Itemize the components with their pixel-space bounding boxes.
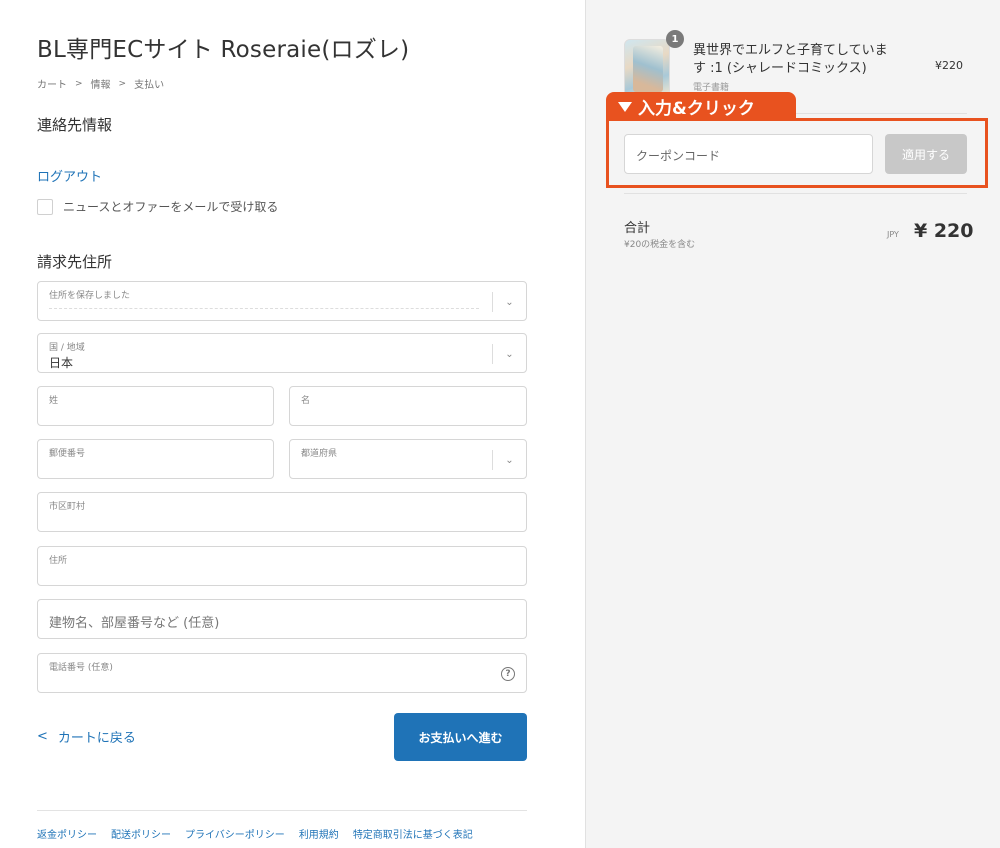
footer-link-refund[interactable]: 返金ポリシー bbox=[37, 826, 97, 841]
proceed-to-payment-button[interactable]: お支払いへ進む bbox=[394, 713, 527, 761]
footer-link-privacy[interactable]: プライバシーポリシー bbox=[185, 826, 285, 841]
chevron-down-icon: ⌄ bbox=[492, 344, 526, 364]
quantity-badge: 1 bbox=[666, 30, 684, 48]
phone-field[interactable]: 電話番号 (任意) ? bbox=[37, 653, 527, 693]
saved-address-value bbox=[49, 308, 479, 311]
chevron-right-icon: > bbox=[118, 78, 127, 89]
footer-links: 返金ポリシー 配送ポリシー プライバシーポリシー 利用規約 特定商取引法に基づく… bbox=[37, 826, 473, 841]
product-name: 異世界でエルフと子育てしていま す :1 (シャレードコミックス) bbox=[693, 43, 888, 76]
chevron-down-icon: ⌄ bbox=[492, 450, 526, 470]
breadcrumb-cart[interactable]: カート bbox=[37, 76, 67, 91]
coupon-callout: 入力&クリック bbox=[606, 92, 796, 121]
postal-code-field[interactable]: 郵便番号 bbox=[37, 439, 274, 479]
prefecture-label: 都道府県 bbox=[301, 449, 338, 459]
breadcrumb-payment: 支払い bbox=[134, 80, 165, 91]
chevron-right-icon: > bbox=[75, 78, 83, 89]
country-select[interactable]: 国 / 地域 日本 ⌄ bbox=[37, 333, 527, 373]
newsletter-option[interactable]: ニュースとオファーをメールで受け取る bbox=[37, 198, 278, 215]
first-name-field[interactable]: 名 bbox=[289, 386, 527, 426]
apply-coupon-button[interactable]: 適用する bbox=[885, 134, 967, 174]
total-currency: JPY bbox=[887, 230, 899, 239]
address-field[interactable]: 住所 bbox=[37, 546, 527, 586]
contact-section-title: 連絡先情報 bbox=[37, 116, 113, 134]
shop-title[interactable]: BL専門ECサイト Roseraie(ロズレ) bbox=[37, 30, 409, 64]
back-to-cart-label: カートに戻る bbox=[57, 731, 136, 746]
last-name-field[interactable]: 姓 bbox=[37, 386, 274, 426]
building-field[interactable]: 建物名、部屋番号など (任意) bbox=[37, 599, 527, 639]
chevron-left-icon: < bbox=[37, 729, 48, 744]
billing-section-title: 請求先住所 bbox=[37, 253, 113, 271]
newsletter-label: ニュースとオファーをメールで受け取る bbox=[63, 200, 279, 214]
product-cover-image bbox=[633, 46, 663, 92]
logout-link[interactable]: ログアウト bbox=[37, 166, 102, 185]
breadcrumb: カート > 情報 > 支払い bbox=[37, 76, 165, 92]
coupon-code-input[interactable]: クーポンコード bbox=[624, 134, 873, 174]
phone-label: 電話番号 (任意) bbox=[49, 663, 113, 673]
product-thumbnail bbox=[624, 39, 670, 97]
city-field[interactable]: 市区町村 bbox=[37, 492, 527, 532]
newsletter-checkbox[interactable] bbox=[37, 198, 53, 215]
product-price: ¥220 bbox=[935, 59, 963, 72]
prefecture-select[interactable]: 都道府県 ⌄ bbox=[289, 439, 527, 479]
coupon-placeholder: クーポンコード bbox=[636, 149, 721, 163]
chevron-down-icon: ⌄ bbox=[492, 292, 526, 312]
callout-label: 入力&クリック bbox=[638, 99, 755, 119]
footer-divider bbox=[37, 810, 527, 811]
country-label: 国 / 地域 bbox=[49, 343, 85, 353]
building-placeholder: 建物名、部屋番号など (任意) bbox=[49, 616, 220, 631]
footer-link-terms[interactable]: 利用規約 bbox=[299, 826, 339, 841]
checkout-form-panel: BL専門ECサイト Roseraie(ロズレ) カート > 情報 > 支払い 連… bbox=[0, 0, 585, 848]
footer-link-legal[interactable]: 特定商取引法に基づく表記 bbox=[353, 826, 473, 841]
triangle-down-icon bbox=[618, 101, 632, 112]
postal-code-label: 郵便番号 bbox=[49, 449, 86, 459]
country-value: 日本 bbox=[49, 356, 74, 370]
summary-divider bbox=[624, 193, 967, 194]
first-name-label: 名 bbox=[301, 396, 311, 406]
total-tax-note: ¥20の税金を含む bbox=[624, 240, 696, 250]
address-label: 住所 bbox=[49, 556, 68, 566]
breadcrumb-info: 情報 bbox=[90, 80, 111, 91]
last-name-label: 姓 bbox=[49, 396, 59, 406]
saved-address-select[interactable]: 住所を保存しました ⌄ bbox=[37, 281, 527, 321]
saved-address-label: 住所を保存しました bbox=[49, 291, 131, 301]
total-label: 合計 bbox=[624, 221, 651, 236]
footer-link-shipping[interactable]: 配送ポリシー bbox=[111, 826, 171, 841]
back-to-cart-link[interactable]: < カートに戻る bbox=[37, 727, 136, 746]
city-label: 市区町村 bbox=[49, 502, 86, 512]
help-icon[interactable]: ? bbox=[501, 667, 515, 681]
total-amount: ¥ 220 bbox=[914, 220, 974, 242]
